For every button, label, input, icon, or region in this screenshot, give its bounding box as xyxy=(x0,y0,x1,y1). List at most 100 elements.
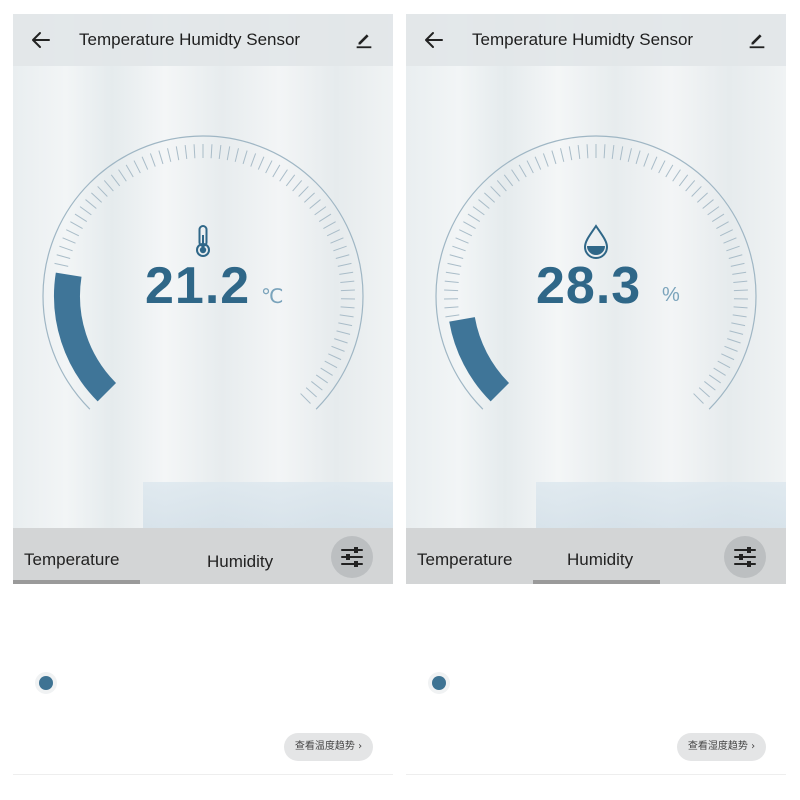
gauge-tick xyxy=(467,213,481,223)
gauge-tick xyxy=(472,206,485,216)
gauge-tick xyxy=(158,150,164,165)
pencil-icon[interactable] xyxy=(353,28,375,50)
tab-temperature[interactable]: Temperature xyxy=(417,550,512,570)
gauge-tick xyxy=(698,387,710,398)
humidity-unit: % xyxy=(662,284,680,306)
gauge-tick xyxy=(303,192,315,203)
temperature-screen: Temperature Humidty Sensor 21.2 ℃ Temper… xyxy=(13,14,393,780)
gauge-fill xyxy=(449,316,510,402)
gauge-tick xyxy=(193,144,196,159)
gauge-tick xyxy=(444,280,459,283)
tab-humidity[interactable]: Humidity xyxy=(567,550,633,570)
tab-humidity[interactable]: Humidity xyxy=(207,552,273,572)
gauge-tick xyxy=(339,314,354,318)
trend-button-label: 查看温度趋势 xyxy=(294,741,355,752)
gauge-tick xyxy=(459,229,473,237)
humidity-screen: Temperature Humidty Sensor 28.3 % Temper… xyxy=(406,14,786,780)
gauge-tick xyxy=(70,221,83,230)
gauge-tick xyxy=(665,164,674,178)
view-trend-button[interactable]: 查看温度趋势 › xyxy=(284,733,373,761)
gauge-tick xyxy=(340,280,355,283)
gauge-tick xyxy=(328,353,342,361)
app-bar: Temperature Humidty Sensor xyxy=(406,14,786,66)
gauge-tick xyxy=(708,374,721,384)
gauge-tick xyxy=(586,144,589,159)
gauge-tick xyxy=(542,153,549,167)
gauge-tick xyxy=(560,148,565,162)
gauge-tick xyxy=(218,144,222,160)
chart-marker-dot xyxy=(35,672,57,694)
gauge-tick xyxy=(707,206,720,216)
gauge-tick xyxy=(551,150,557,165)
gauge-tick xyxy=(627,148,632,162)
divider xyxy=(406,774,786,775)
gauge-tick xyxy=(66,229,80,237)
gauge-tick xyxy=(318,213,332,223)
arrow-left-icon[interactable] xyxy=(29,28,53,52)
gauge-tick xyxy=(719,229,733,237)
gauge-tick xyxy=(635,150,641,165)
sliders-icon xyxy=(341,547,363,567)
pencil-icon[interactable] xyxy=(746,28,768,50)
arrow-left-icon[interactable] xyxy=(422,28,446,52)
gauge-tick xyxy=(717,360,731,369)
gauge-tick xyxy=(334,338,348,344)
gauge-tick xyxy=(723,237,737,244)
gauge-tick xyxy=(713,367,726,376)
gauge-tick xyxy=(265,160,273,174)
gauge-tick xyxy=(733,280,748,283)
gauge-tick xyxy=(175,146,180,161)
tab-bar: Temperature Humidity xyxy=(13,528,393,584)
gauge-tick xyxy=(311,381,323,391)
gauge-tick xyxy=(149,153,156,167)
gauge-tick xyxy=(298,186,309,197)
tab-temperature[interactable]: Temperature xyxy=(24,550,119,570)
gauge-tick xyxy=(330,237,344,244)
chevron-right-icon: › xyxy=(358,741,363,752)
gauge-tick xyxy=(257,156,265,170)
gauge-tick xyxy=(444,289,459,292)
gauge-tick xyxy=(444,306,459,309)
gauge-tick xyxy=(324,360,338,369)
gauge-tick xyxy=(167,148,172,162)
settings-button[interactable] xyxy=(331,536,373,578)
gauge-tick xyxy=(658,160,666,174)
gauge-tick xyxy=(643,153,650,167)
gauge-tick xyxy=(226,146,231,161)
gauge-tick xyxy=(732,314,747,318)
gauge-tick xyxy=(118,169,127,182)
gauge-tick xyxy=(619,146,624,161)
gauge-tick xyxy=(577,144,581,160)
gauge-tick xyxy=(729,330,744,335)
gauge-tick xyxy=(315,374,328,384)
gauge-tick xyxy=(74,213,88,223)
gauge-tick xyxy=(733,289,748,292)
gauge-tick xyxy=(447,262,462,267)
tab-selected-indicator xyxy=(533,580,660,584)
gauge-tick xyxy=(56,254,71,260)
gauge-tick xyxy=(534,156,542,170)
gauge-tick xyxy=(234,148,239,162)
thermometer-icon xyxy=(196,225,210,257)
gauge-tick xyxy=(326,229,340,237)
app-bar: Temperature Humidty Sensor xyxy=(13,14,393,66)
view-trend-button[interactable]: 查看湿度趋势 › xyxy=(677,733,766,761)
gauge-tick xyxy=(184,144,188,160)
gauge-tick xyxy=(484,192,496,203)
chevron-right-icon: › xyxy=(751,741,756,752)
gauge-tick xyxy=(309,199,321,209)
humidity-gauge: 28.3 % xyxy=(406,66,786,486)
gauge-tick xyxy=(731,322,746,327)
gauge-tick xyxy=(110,174,121,187)
settings-button[interactable] xyxy=(724,536,766,578)
gauge-tick xyxy=(603,144,606,159)
gauge-tick xyxy=(716,221,729,230)
gauge-tick xyxy=(62,237,76,244)
gauge-tick xyxy=(300,393,311,404)
gauge-tick xyxy=(331,345,345,352)
gauge-fill xyxy=(54,272,117,402)
trend-button-label: 查看湿度趋势 xyxy=(687,741,748,752)
tab-selected-indicator xyxy=(13,580,140,584)
gauge-tick xyxy=(678,174,689,187)
gauge-tick xyxy=(272,164,281,178)
